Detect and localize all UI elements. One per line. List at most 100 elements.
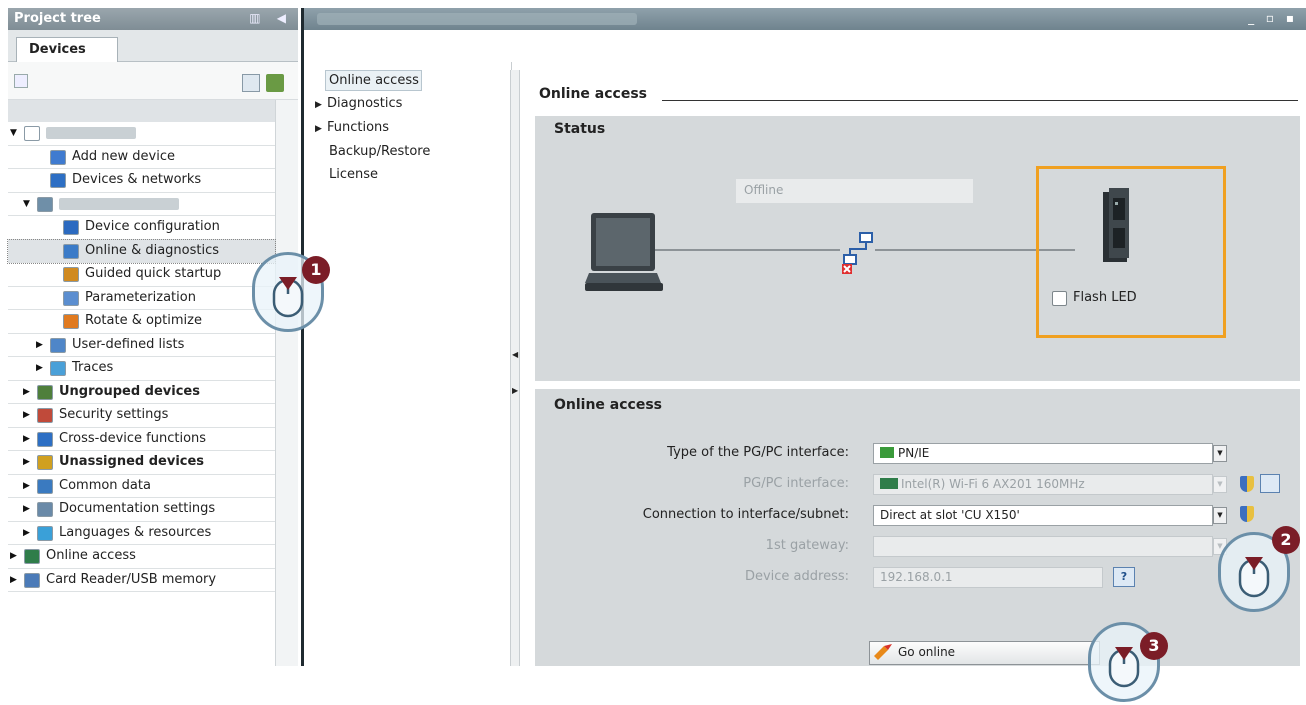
accessible-devices-icon[interactable]: ? (1113, 567, 1135, 587)
tree-scrollbar[interactable] (275, 100, 298, 666)
project-overview-icon[interactable] (14, 74, 28, 88)
go-online-button[interactable]: Go online (869, 641, 1100, 665)
online-access-title: Online access (554, 397, 663, 413)
expand-arrow-icon[interactable]: ▶ (23, 451, 33, 473)
expand-arrow-icon[interactable]: ▶ (10, 545, 20, 567)
connection-subnet-select[interactable]: Direct at slot 'CU X150' (873, 505, 1213, 526)
diagnostics-icon (63, 243, 79, 259)
tree-toolbar (8, 62, 298, 100)
interface-type-dropdown[interactable]: ▼ (1213, 445, 1227, 462)
rotate-optimize-icon (63, 314, 79, 329)
card-reader-icon (24, 572, 40, 588)
ungrouped-icon (37, 384, 53, 400)
tree-item[interactable]: ▶ Ungrouped devices (8, 381, 275, 404)
export-icon[interactable] (266, 74, 284, 92)
collapse-arrow-icon[interactable]: ▼ (23, 193, 33, 215)
tree-item-label: Card Reader/USB memory (46, 571, 217, 587)
network-disconnected-icon (842, 232, 873, 274)
collapse-tree-icon[interactable]: ▥ ◀ (249, 11, 292, 25)
pgpc-interface-label: PG/PC interface: (743, 476, 849, 491)
project-tree: ▼ Add new device Devices & networks ▼ Device… (7, 122, 276, 592)
tree-item[interactable]: ▶ Common data (8, 475, 275, 498)
tree-item[interactable]: Device configuration (8, 216, 275, 240)
tree-item-label: Online & diagnostics (85, 242, 220, 258)
expand-right-icon[interactable]: ▶ (512, 386, 518, 395)
flash-led-checkbox[interactable] (1052, 291, 1067, 306)
expand-arrow-icon[interactable]: ▶ (315, 100, 327, 110)
properties-icon[interactable] (1260, 474, 1280, 493)
tree-item[interactable]: ▶ Card Reader/USB memory (8, 569, 275, 592)
tree-item[interactable]: Devices & networks (8, 169, 275, 193)
redacted-name (46, 127, 136, 139)
tree-item-label: Traces (72, 360, 114, 375)
nav-splitter[interactable]: ◀ ▶ (510, 70, 520, 666)
tab-devices[interactable]: Devices (16, 37, 118, 63)
tree-item-label: Security settings (59, 407, 169, 422)
nav-item-diagnostics[interactable]: ▶ Diagnostics (315, 96, 402, 111)
tree-item[interactable]: ▶ Online access (8, 545, 275, 569)
expand-arrow-icon[interactable]: ▶ (23, 475, 33, 497)
connection-subnet-label: Connection to interface/subnet: (642, 507, 849, 522)
tree-item[interactable]: ▶ Documentation settings (8, 498, 275, 522)
traces-icon (50, 361, 66, 376)
tree-item-label: Add new device (72, 148, 176, 164)
folder-icon (37, 196, 53, 212)
folder-icon (24, 126, 40, 141)
laptop-icon (585, 213, 663, 291)
add-device-icon (50, 149, 66, 165)
pgpc-interface-dropdown: ▼ (1213, 476, 1227, 493)
expand-arrow-icon[interactable]: ▶ (10, 569, 20, 591)
nav-item-online-access[interactable]: Online access (329, 73, 419, 88)
nav-item-functions[interactable]: ▶ Functions (315, 120, 389, 135)
expand-arrow-icon[interactable]: ▶ (23, 498, 33, 520)
connection-subnet-dropdown[interactable]: ▼ (1213, 507, 1227, 524)
tree-item-label: Devices & networks (72, 172, 202, 187)
tree-item-label: Device configuration (85, 219, 220, 234)
expand-arrow-icon[interactable]: ▶ (23, 428, 33, 450)
tree-item[interactable]: Guided quick startup (8, 263, 275, 287)
expand-arrow-icon[interactable]: ▶ (23, 522, 33, 544)
parameterization-icon (63, 290, 79, 306)
window-controls-icon[interactable]: _ ▫ ▪ (1248, 11, 1298, 25)
tree-item[interactable]: ▼ (8, 122, 275, 146)
tree-item[interactable]: Online & diagnostics (7, 238, 276, 264)
interface-type-select[interactable]: PN/IE (873, 443, 1213, 464)
expand-arrow-icon[interactable]: ▶ (23, 404, 33, 426)
collapse-left-icon[interactable]: ◀ (512, 350, 518, 359)
status-title: Status (554, 121, 606, 137)
tree-item-label: Common data (59, 477, 151, 493)
tree-item-label: Rotate & optimize (85, 313, 202, 328)
device-config-icon (63, 220, 79, 235)
tree-item[interactable]: Parameterization (8, 287, 275, 310)
nav-item-license[interactable]: License (329, 167, 378, 182)
expand-arrow-icon[interactable]: ▶ (315, 124, 327, 134)
expand-arrow-icon[interactable]: ▶ (36, 334, 46, 356)
tree-item[interactable]: Rotate & optimize (8, 310, 275, 334)
device-highlight (1036, 166, 1226, 338)
view-toggle-icon[interactable] (242, 74, 260, 92)
expand-arrow-icon[interactable]: ▶ (23, 381, 33, 403)
languages-icon (37, 525, 53, 541)
tree-item[interactable]: Add new device (8, 146, 275, 169)
quick-startup-icon (63, 267, 79, 282)
network-card-icon (880, 478, 898, 489)
tree-item[interactable]: ▶ Traces (8, 357, 275, 381)
go-online-icon (874, 644, 892, 660)
tree-item[interactable]: ▶ Languages & resources (8, 522, 275, 545)
expand-arrow-icon[interactable]: ▶ (36, 357, 46, 379)
tree-item[interactable]: ▼ (8, 193, 275, 216)
pnie-icon (880, 447, 894, 458)
tree-item-label: Parameterization (85, 289, 196, 305)
callout-badge: 1 (302, 256, 330, 284)
unassigned-icon (37, 455, 53, 470)
editor-header: _ ▫ ▪ (303, 8, 1306, 30)
common-data-icon (37, 478, 53, 494)
tree-item-label: Online access (46, 548, 136, 563)
nav-item-backup-restore[interactable]: Backup/Restore (329, 144, 430, 159)
tree-item[interactable]: ▶ User-defined lists (8, 334, 275, 357)
tree-item[interactable]: ▶ Cross-device functions (8, 428, 275, 451)
tree-item[interactable]: ▶ Unassigned devices (8, 451, 275, 475)
collapse-arrow-icon[interactable]: ▼ (10, 122, 20, 144)
tree-item[interactable]: ▶ Security settings (8, 404, 275, 428)
editor-title-redacted (317, 13, 637, 25)
